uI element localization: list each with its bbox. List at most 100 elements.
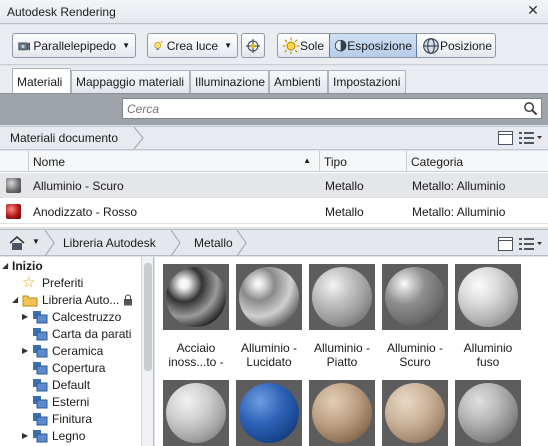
material-label: Alluminio - Lucidato (240, 341, 297, 369)
tree-node-label: Legno (52, 428, 86, 443)
tree-node-wallpaper[interactable]: Carta da parati (32, 325, 131, 342)
material-name: Anodizzato - Rosso (33, 205, 138, 219)
breadcrumb-metal[interactable]: Metallo (184, 230, 233, 256)
exposure-label: Esposizione (347, 38, 412, 53)
panel-layout-icon[interactable] (498, 131, 513, 145)
material-card[interactable]: Acciaio inoss...to - (159, 264, 233, 369)
breadcrumb-document-materials[interactable]: Materiali documento (0, 127, 136, 149)
expanded-arrow-icon[interactable]: ◢ (2, 261, 12, 270)
panel-layout-icon[interactable] (498, 237, 513, 251)
tab-materiali[interactable]: Materiali (12, 68, 71, 94)
tree-scrollbar[interactable] (141, 257, 153, 446)
collapsed-arrow-icon[interactable]: ▶ (22, 346, 32, 355)
table-row[interactable]: Alluminio - Scuro Metallo Metallo: Allum… (0, 173, 548, 198)
material-thumbnail (163, 380, 229, 446)
tree-node-concrete[interactable]: ▶ Calcestruzzo (22, 308, 121, 325)
material-sphere (239, 383, 299, 443)
sun-label: Sole (299, 38, 324, 53)
window-title: Autodesk Rendering (7, 5, 116, 19)
list-view-icon[interactable] (519, 131, 543, 145)
material-card[interactable]: Alluminio - Scuro (378, 264, 452, 369)
home-icon[interactable] (8, 236, 26, 250)
tree-node-roofing[interactable]: Copertura (32, 359, 105, 376)
tree-node-wood[interactable]: ▶ Legno (22, 427, 85, 444)
folder-icon (22, 295, 38, 306)
material-thumbnail (236, 264, 302, 330)
column-header-type[interactable]: Tipo (319, 151, 406, 172)
tree-node-label: Libreria Auto... (42, 292, 120, 307)
sun-toggle-button[interactable]: Sole (278, 34, 328, 57)
light-bulb-icon (154, 40, 163, 50)
title-bar: Autodesk Rendering ✕ (0, 0, 548, 24)
star-icon: ☆ (22, 273, 36, 291)
collapsed-arrow-icon[interactable]: ▶ (22, 312, 32, 321)
collapsed-arrow-icon[interactable]: ▶ (22, 431, 32, 440)
search-input[interactable] (127, 101, 517, 116)
tree-node-ceramic[interactable]: ▶ Ceramica (22, 342, 103, 359)
list-view-icon[interactable] (519, 237, 543, 251)
close-icon[interactable]: ✕ (525, 2, 541, 18)
exposure-toggle-button[interactable]: Esposizione (329, 34, 417, 57)
tree-node-home[interactable]: ◢ Inizio (2, 257, 43, 274)
tree-node-finish[interactable]: Finitura (32, 410, 92, 427)
category-icon (33, 378, 48, 391)
material-card[interactable]: Alluminio fuso (451, 264, 525, 369)
material-label: Alluminio fuso (463, 341, 513, 369)
material-label: Acciaio inoss...to - (168, 341, 224, 369)
breadcrumb-chevron-icon (236, 230, 247, 256)
material-label: Alluminio - Scuro (386, 341, 443, 369)
tree-node-default[interactable]: Default (32, 376, 90, 393)
column-header-name[interactable]: Nome ▲ (28, 151, 319, 172)
sun-icon (282, 37, 300, 54)
material-thumbnail (309, 380, 375, 446)
category-icon (33, 310, 48, 323)
material-gallery: Acciaio inoss...to - Alluminio - Lucidat… (155, 257, 548, 446)
tab-impostazioni[interactable]: Impostazioni (328, 70, 406, 93)
projection-dropdown-button[interactable]: Parallelepipedo ▼ (12, 33, 136, 58)
material-swatch (6, 204, 21, 219)
material-card[interactable] (451, 380, 525, 446)
breadcrumb-chevron-icon (170, 230, 181, 256)
tree-node-favorites[interactable]: ☆ Preferiti (22, 274, 83, 291)
breadcrumb-autodesk-library[interactable]: Libreria Autodesk (53, 230, 156, 256)
search-icon[interactable] (523, 101, 538, 116)
material-sphere (166, 267, 226, 327)
tree-node-label: Ceramica (52, 343, 104, 358)
material-card[interactable] (232, 380, 306, 446)
material-thumbnail (455, 264, 521, 330)
category-icon (33, 412, 48, 425)
expanded-arrow-icon[interactable]: ◢ (12, 295, 22, 304)
material-card[interactable]: Alluminio - Piatto (305, 264, 379, 369)
home-dropdown-icon[interactable]: ▼ (32, 237, 40, 246)
tab-ambienti[interactable]: Ambienti (269, 70, 328, 93)
tree-scrollbar-thumb[interactable] (144, 263, 152, 371)
light-glyph-button[interactable] (241, 33, 265, 58)
toolbar: Parallelepipedo ▼ Crea luce ▼ Sole Espos… (0, 25, 548, 65)
tab-mappaggio-materiali[interactable]: Mappaggio materiali (71, 70, 190, 93)
material-card[interactable]: Alluminio - Lucidato (232, 264, 306, 369)
material-card[interactable] (159, 380, 233, 446)
material-sphere (385, 383, 445, 443)
tab-illuminazione[interactable]: Illuminazione (190, 70, 269, 93)
material-thumbnail (309, 264, 375, 330)
material-card[interactable] (378, 380, 452, 446)
material-card[interactable] (305, 380, 379, 446)
lock-icon (124, 294, 133, 305)
exposure-icon (334, 39, 347, 52)
search-band (0, 93, 548, 125)
create-light-dropdown-button[interactable]: Crea luce ▼ (147, 33, 238, 58)
tree-node-label: Carta da parati (52, 326, 132, 341)
column-header-category[interactable]: Categoria (406, 151, 548, 172)
material-type: Metallo (325, 179, 364, 193)
document-materials-table: Nome ▲ Tipo Categoria Alluminio - Scuro … (0, 151, 548, 227)
create-light-label: Crea luce (166, 38, 219, 53)
search-box[interactable] (122, 98, 542, 119)
position-button[interactable]: Posizione (418, 34, 496, 57)
tree-node-exterior[interactable]: Esterni (32, 393, 89, 410)
position-label: Posizione (439, 38, 492, 53)
material-name: Alluminio - Scuro (33, 179, 124, 193)
tree-node-autodesk-library[interactable]: ◢ Libreria Auto... (12, 291, 133, 308)
tree-node-label: Inizio (12, 258, 43, 273)
table-row[interactable]: Anodizzato - Rosso Metallo Metallo: Allu… (0, 199, 548, 224)
chevron-down-icon: ▼ (224, 41, 232, 50)
